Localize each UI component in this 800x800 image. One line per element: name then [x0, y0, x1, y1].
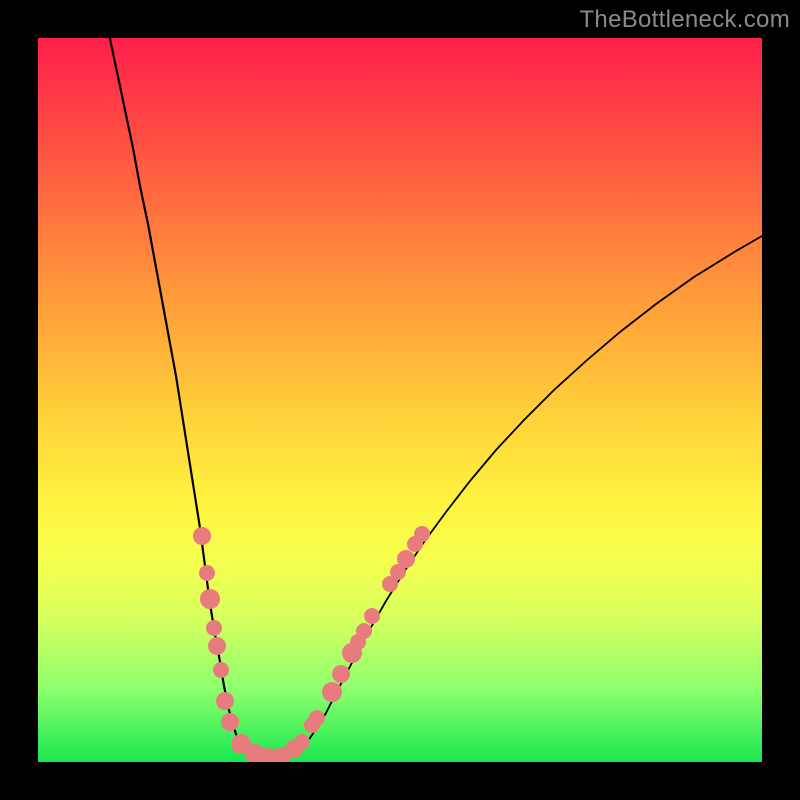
- plot-area: [38, 38, 762, 762]
- data-point: [294, 734, 310, 750]
- data-point: [322, 682, 342, 702]
- data-point: [216, 692, 234, 710]
- data-point: [193, 527, 211, 545]
- data-point: [200, 589, 220, 609]
- data-point: [208, 637, 226, 655]
- data-point: [414, 526, 430, 542]
- data-point: [356, 623, 372, 639]
- data-point: [206, 620, 222, 636]
- data-point: [332, 665, 350, 683]
- watermark-text: TheBottleneck.com: [579, 6, 790, 34]
- data-point: [213, 662, 229, 678]
- data-point: [199, 565, 215, 581]
- data-point: [221, 713, 239, 731]
- chart-frame: TheBottleneck.com: [0, 0, 800, 800]
- data-point: [309, 710, 325, 726]
- dot-layer: [38, 38, 762, 762]
- data-point: [364, 608, 380, 624]
- data-point: [397, 550, 415, 568]
